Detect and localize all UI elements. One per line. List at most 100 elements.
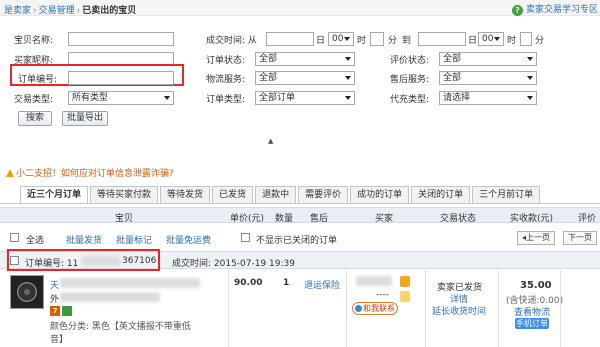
item-attribute: 颜色分类: 黑色【英文播报不带重低 (50, 322, 191, 332)
order-tabs: 近三个月订单 等待买家付款 等待发货 已发货 退款中 需要评价 成功的订单 关闭… (20, 186, 542, 203)
chevron-down-icon (527, 96, 533, 100)
chevron-down-icon (494, 37, 500, 41)
cell-divider (425, 270, 426, 347)
view-logistics-link[interactable]: 查看物流 (514, 305, 550, 318)
select-all-label: 全选 (26, 236, 45, 246)
tab-older-orders[interactable]: 三个月前订单 (472, 186, 541, 203)
help-link[interactable]: ? 卖家交易学习专区 (511, 2, 598, 16)
item-name-input[interactable] (68, 32, 174, 46)
to-hour-select[interactable]: 00 (478, 32, 504, 46)
rating-status-select[interactable]: 全部 (439, 52, 537, 66)
breadcrumb-seller[interactable]: 是卖家 (4, 6, 31, 16)
seven-day-return-icon: 7 (50, 306, 60, 316)
order-type-label: 订单类型: (206, 95, 246, 105)
table-header: 宝贝 单价(元) 数量 售后 买家 交易状态 实收款(元) 评价 (0, 207, 600, 224)
question-icon: ? (511, 5, 523, 16)
batch-ship-link[interactable]: 批量发货 (66, 233, 102, 246)
contact-me-button[interactable]: 和我联系 (352, 302, 398, 315)
deal-time-label: 成交时间: 从 (206, 36, 257, 46)
from-minute-input[interactable] (370, 32, 384, 46)
hide-closed-checkbox[interactable] (241, 233, 250, 242)
cell-divider (498, 270, 499, 347)
order-number-label: 订单编号: (18, 75, 58, 85)
return-insurance-link[interactable]: 退运保险 (304, 278, 340, 291)
day-unit: 日 (468, 36, 478, 46)
tab-closed[interactable]: 关闭的订单 (411, 186, 471, 203)
chat-icon (355, 305, 362, 312)
collapse-icon[interactable]: ▲ (268, 137, 273, 145)
deal-time-to-date[interactable] (418, 32, 466, 46)
prev-page-button[interactable]: ◂上一页 (517, 231, 556, 245)
tab-awaiting-payment[interactable]: 等待买家付款 (90, 186, 159, 203)
batch-mark-link[interactable]: 批量标记 (116, 233, 152, 246)
item-title-redacted (60, 278, 200, 288)
breadcrumb-trade-management[interactable]: 交易管理 (39, 6, 75, 16)
tab-shipped[interactable]: 已发货 (212, 186, 254, 203)
product-thumbnail[interactable] (10, 275, 44, 309)
tab-successful[interactable]: 成功的订单 (350, 186, 410, 203)
wangwang-icon[interactable] (400, 276, 410, 287)
quantity: 1 (283, 278, 290, 288)
item-name-label: 宝贝名称: (14, 36, 54, 46)
chevron-down-icon (345, 96, 351, 100)
buyer-name-redacted (356, 276, 392, 286)
logistics-label: 物流服务: (206, 75, 246, 85)
cell-divider (346, 270, 347, 347)
chevron-down-icon (527, 76, 533, 80)
tab-refunding[interactable]: 退款中 (255, 186, 297, 203)
chevron-down-icon (345, 76, 351, 80)
chevron-down-icon (164, 96, 170, 100)
chevron-down-icon (527, 57, 533, 61)
item-title-line2-redacted (60, 292, 160, 302)
mobile-order-button[interactable]: 手机订单 (515, 318, 549, 329)
chevron-down-icon (344, 37, 350, 41)
speaker-image (17, 282, 37, 302)
batch-export-button[interactable]: 批量导出 (62, 111, 108, 126)
cell-divider (228, 270, 229, 347)
flag-icon[interactable] (400, 291, 410, 302)
from-hour-select[interactable]: 00 (328, 32, 354, 46)
column-trade-status: 交易状态 (440, 214, 477, 224)
unit-price: 90.00 (234, 278, 263, 288)
minute-unit: 分 (535, 36, 545, 46)
select-all-checkbox[interactable] (10, 233, 19, 242)
order-status-select[interactable]: 全部 (255, 52, 355, 66)
to-minute-input[interactable] (520, 32, 532, 46)
order-type-select[interactable]: 全部订单 (255, 91, 355, 105)
tab-awaiting-shipment[interactable]: 等待发货 (160, 186, 211, 203)
after-sale-label: 售后服务: (390, 75, 430, 85)
rating-status-label: 评价状态: (390, 56, 430, 66)
tab-needs-rating[interactable]: 需要评价 (298, 186, 349, 203)
batch-free-shipping-link[interactable]: 批量免运费 (166, 233, 211, 246)
to-label: 到 (402, 36, 412, 46)
column-after-sale: 售后 (310, 214, 329, 224)
breadcrumb: 是卖家 › 交易管理 › 已卖出的宝贝 ? 卖家交易学习专区 (0, 0, 600, 16)
extend-receipt-link[interactable]: 延长收货时间 (432, 304, 486, 317)
payment-type-label: 代充类型: (390, 95, 430, 105)
hour-unit: 时 (357, 36, 367, 46)
search-button[interactable]: 搜索 (18, 111, 52, 126)
item-attribute-cont: 音】 (50, 335, 69, 345)
order-number-highlight-box (7, 249, 160, 271)
tab-recent-three-months[interactable]: 近三个月订单 (20, 186, 89, 203)
deal-time-from-date[interactable] (266, 32, 314, 46)
column-rating: 评价 (578, 214, 597, 224)
item-title-link[interactable]: 天 (50, 278, 59, 291)
next-page-button[interactable]: 下一页 (563, 231, 597, 245)
trade-type-label: 交易类型: (14, 95, 54, 105)
warning-icon (6, 169, 14, 177)
minute-unit: 分 (388, 36, 398, 46)
hour-unit: 时 (507, 36, 517, 46)
payment-type-select[interactable]: 请选择 (439, 91, 537, 105)
buyer-info: ---- (376, 290, 389, 300)
chevron-down-icon (345, 57, 351, 61)
trade-type-select[interactable]: 所有类型 (68, 91, 174, 105)
order-status-label: 订单状态: (206, 56, 246, 66)
fraud-warning-link[interactable]: 小二支招！如何应对订单信息泄露诈骗? (6, 166, 174, 179)
amount-received: 35.00 (520, 280, 552, 291)
column-quantity: 数量 (275, 214, 294, 224)
item-title-line2: 外 (50, 295, 60, 305)
after-sale-select[interactable]: 全部 (439, 71, 537, 85)
logistics-select[interactable]: 全部 (255, 71, 355, 85)
order-number-input[interactable] (68, 71, 174, 85)
